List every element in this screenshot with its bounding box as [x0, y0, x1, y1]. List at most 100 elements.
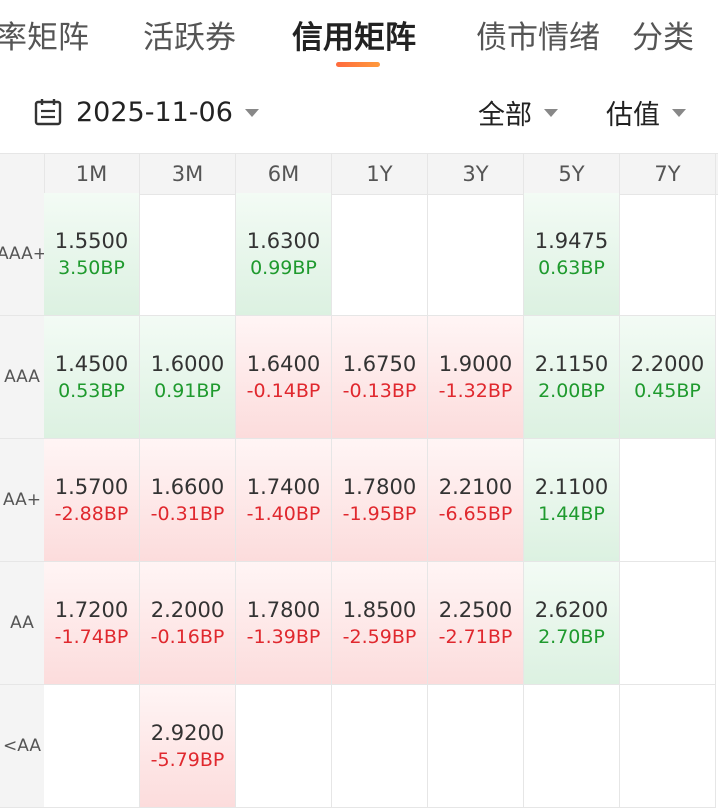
matrix-cell-empty [524, 685, 620, 808]
chevron-down-icon [544, 109, 558, 117]
row-label: AAA+ [0, 193, 47, 316]
yield-value: 2.1150 [534, 352, 609, 376]
calendar-icon [34, 99, 62, 126]
column-header: 7Y [620, 154, 716, 194]
row-label: AA [0, 562, 44, 685]
matrix-cell[interactable]: 2.2500 -2.71BP [428, 562, 524, 685]
matrix-cell[interactable]: 1.6600 -0.31BP [140, 439, 236, 562]
yield-value: 1.8500 [342, 598, 417, 622]
yield-value: 1.4500 [54, 352, 129, 376]
matrix-cell-empty [332, 193, 428, 316]
column-header: 1Y [332, 154, 428, 194]
matrix-cell[interactable]: 1.6000 0.91BP [140, 316, 236, 439]
matrix-cell[interactable]: 1.6300 0.99BP [236, 193, 332, 316]
matrix-cell-empty [620, 193, 716, 316]
matrix-cell[interactable]: 1.7200 -1.74BP [44, 562, 140, 685]
yield-value: 1.9000 [438, 352, 513, 376]
matrix-cell-empty [620, 685, 716, 808]
yield-change: 0.99BP [250, 257, 317, 279]
yield-value: 2.2000 [150, 598, 225, 622]
column-header: 6M [236, 154, 332, 194]
yield-value: 1.5500 [54, 229, 129, 253]
price-type-value: 估值 [606, 99, 660, 131]
chevron-down-icon [672, 109, 686, 117]
tab-credit-matrix[interactable]: 信用矩阵 [292, 18, 416, 58]
matrix-cell[interactable]: 2.1150 2.00BP [524, 316, 620, 439]
yield-value: 2.2100 [438, 475, 513, 499]
scope-value: 全部 [478, 99, 532, 131]
matrix-cell[interactable]: 1.7400 -1.40BP [236, 439, 332, 562]
matrix-corner [0, 154, 45, 194]
matrix-cell[interactable]: 2.2000 0.45BP [620, 316, 716, 439]
yield-change: 3.50BP [58, 257, 125, 279]
tab-active-bonds[interactable]: 活跃券 [143, 18, 236, 58]
yield-value: 1.7400 [246, 475, 321, 499]
tab-bar: 率矩阵 活跃券 信用矩阵 债市情绪 分类 [0, 0, 718, 72]
date-value: 2025-11-06 [76, 96, 233, 128]
yield-change: -0.13BP [342, 380, 417, 402]
matrix-cell[interactable]: 1.5500 3.50BP [44, 193, 140, 316]
yield-value: 1.6400 [246, 352, 321, 376]
yield-change: -5.79BP [150, 749, 225, 771]
matrix-cell[interactable]: 1.6750 -0.13BP [332, 316, 428, 439]
yield-value: 1.5700 [54, 475, 129, 499]
yield-change: 0.91BP [154, 380, 221, 402]
tab-category[interactable]: 分类 [632, 18, 694, 58]
tab-bond-sentiment[interactable]: 债市情绪 [476, 18, 600, 58]
scope-dropdown[interactable]: 全部 [478, 90, 558, 134]
yield-change: 0.45BP [634, 380, 701, 402]
column-header: 1M [44, 154, 140, 194]
matrix-cell[interactable]: 1.7800 -1.95BP [332, 439, 428, 562]
yield-change: -1.95BP [342, 503, 417, 525]
yield-change: -6.65BP [438, 503, 513, 525]
yield-change: 2.00BP [538, 380, 605, 402]
yield-change: -2.88BP [54, 503, 129, 525]
matrix-cell[interactable]: 1.9000 -1.32BP [428, 316, 524, 439]
matrix-cell[interactable]: 1.4500 0.53BP [44, 316, 140, 439]
matrix-cell[interactable]: 2.2000 -0.16BP [140, 562, 236, 685]
yield-value: 1.7800 [246, 598, 321, 622]
matrix-cell[interactable]: 2.9200 -5.79BP [140, 685, 236, 808]
yield-change: -2.59BP [342, 626, 417, 648]
matrix-cell[interactable]: 1.9475 0.63BP [524, 193, 620, 316]
matrix-cell[interactable]: 1.6400 -0.14BP [236, 316, 332, 439]
price-type-dropdown[interactable]: 估值 [606, 90, 686, 134]
yield-value: 1.6600 [150, 475, 225, 499]
yield-change: 0.63BP [538, 257, 605, 279]
yield-value: 2.6200 [534, 598, 609, 622]
date-picker[interactable]: 2025-11-06 [34, 90, 259, 134]
matrix-cell-empty [236, 685, 332, 808]
row-label: <AA [0, 685, 44, 808]
yield-value: 1.6300 [246, 229, 321, 253]
yield-change: -1.74BP [54, 626, 129, 648]
yield-change: 1.44BP [538, 503, 605, 525]
matrix-cell[interactable]: 2.2100 -6.65BP [428, 439, 524, 562]
matrix-cell[interactable]: 2.6200 2.70BP [524, 562, 620, 685]
yield-value: 2.1100 [534, 475, 609, 499]
matrix-cell-empty [140, 193, 236, 316]
yield-change: -1.32BP [438, 380, 513, 402]
yield-value: 1.6000 [150, 352, 225, 376]
yield-change: -2.71BP [438, 626, 513, 648]
matrix-cell[interactable]: 1.8500 -2.59BP [332, 562, 428, 685]
yield-value: 1.7800 [342, 475, 417, 499]
matrix-cell-empty [332, 685, 428, 808]
matrix-cell[interactable]: 1.5700 -2.88BP [44, 439, 140, 562]
matrix-cell-empty [620, 439, 716, 562]
yield-change: 2.70BP [538, 626, 605, 648]
row-label: AA+ [0, 439, 44, 562]
yield-value: 1.7200 [54, 598, 129, 622]
yield-value: 1.6750 [342, 352, 417, 376]
matrix-header-row: 1M 3M 6M 1Y 3Y 5Y 7Y [0, 153, 718, 195]
column-header: 3Y [428, 154, 524, 194]
chevron-down-icon [244, 109, 259, 117]
matrix-cell[interactable]: 1.7800 -1.39BP [236, 562, 332, 685]
yield-change: -1.39BP [246, 626, 321, 648]
yield-change: -0.14BP [246, 380, 321, 402]
yield-value: 2.2500 [438, 598, 513, 622]
matrix-cell[interactable]: 2.1100 1.44BP [524, 439, 620, 562]
active-tab-indicator [336, 62, 380, 67]
matrix-cell-empty [428, 685, 524, 808]
tab-rate-matrix[interactable]: 率矩阵 [0, 18, 89, 58]
yield-change: -0.31BP [150, 503, 225, 525]
